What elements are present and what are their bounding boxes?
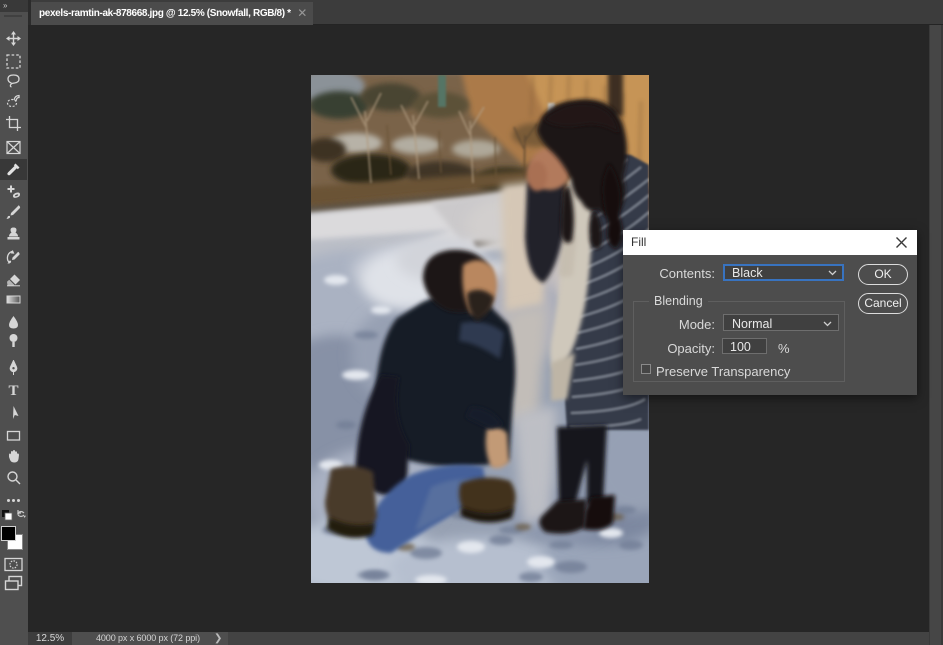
svg-text:T: T [8,383,18,397]
